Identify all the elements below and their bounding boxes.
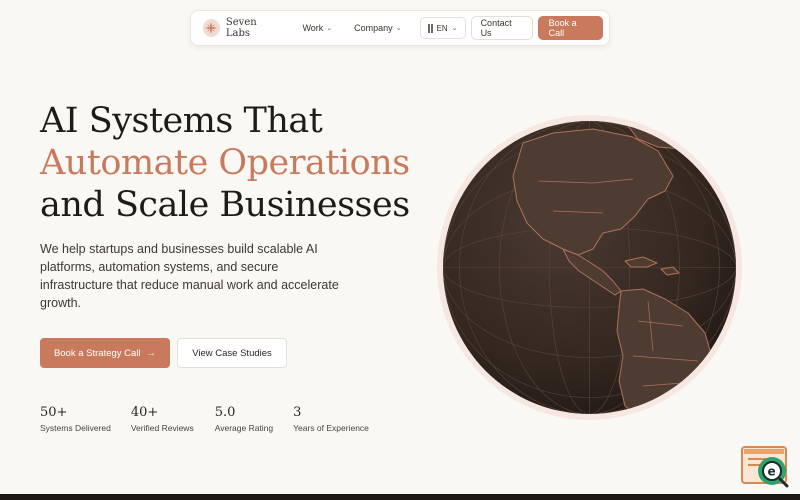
book-strategy-call-button[interactable]: Book a Strategy Call →: [40, 338, 170, 368]
stat-label: Years of Experience: [293, 423, 369, 433]
arrow-right-icon: →: [146, 347, 157, 359]
hero-heading: AI Systems That Automate Operations and …: [40, 100, 440, 226]
chevron-down-icon: ⌄: [395, 25, 402, 32]
chat-widget-icon: e: [741, 446, 789, 488]
nav-company-label: Company: [354, 23, 393, 33]
book-a-call-button[interactable]: Book a Call: [537, 16, 603, 40]
stat-value: 5.0: [214, 405, 236, 420]
stat-item: 5.0 Average Rating: [215, 404, 273, 433]
stat-label: Verified Reviews: [130, 423, 194, 433]
stat-value: 3: [293, 405, 302, 420]
nav-work-menu[interactable]: Work ⌄: [302, 23, 332, 33]
stat-label: Average Rating: [214, 423, 274, 433]
globe-illustration: [437, 115, 742, 420]
top-navbar: Seven Labs Work ⌄ Company ⌄ EN ⌄ Contact…: [190, 10, 610, 46]
brand-logo-icon: [203, 19, 220, 37]
language-label: EN: [436, 23, 448, 33]
stat-item: 50+ Systems Delivered: [40, 404, 111, 433]
flag-icon: [427, 23, 433, 33]
svg-text:e: e: [768, 465, 776, 479]
stat-item: 3 Years of Experience: [293, 404, 369, 433]
nav-work-label: Work: [302, 23, 324, 33]
stat-item: 40+ Verified Reviews: [131, 404, 194, 433]
brand-link[interactable]: Seven Labs: [203, 17, 280, 39]
view-case-studies-button[interactable]: View Case Studies: [177, 338, 287, 368]
chat-widget-button[interactable]: e: [740, 445, 792, 489]
language-selector[interactable]: EN ⌄: [419, 17, 466, 39]
chevron-down-icon: ⌄: [326, 25, 333, 32]
stat-value: 40+: [130, 405, 159, 420]
stat-value: 50+: [40, 405, 68, 420]
stat-label: Systems Delivered: [40, 423, 111, 433]
stats-row: 50+ Systems Delivered 40+ Verified Revie…: [40, 404, 389, 433]
footer-edge: [0, 494, 800, 500]
nav-company-menu[interactable]: Company ⌄: [354, 23, 401, 33]
hero-heading-line-3: and Scale Businesses: [40, 185, 410, 225]
book-strategy-call-label: Book a Strategy Call: [53, 347, 141, 359]
hero-heading-line-1: AI Systems That: [40, 101, 323, 141]
hero-heading-accent: Automate Operations: [40, 143, 410, 183]
brand-name: Seven Labs: [225, 17, 257, 39]
contact-us-button[interactable]: Contact Us: [470, 16, 533, 40]
hero-description: We help startups and businesses build sc…: [40, 242, 339, 310]
globe-icon: [443, 121, 736, 414]
chevron-down-icon: ⌄: [451, 25, 458, 32]
